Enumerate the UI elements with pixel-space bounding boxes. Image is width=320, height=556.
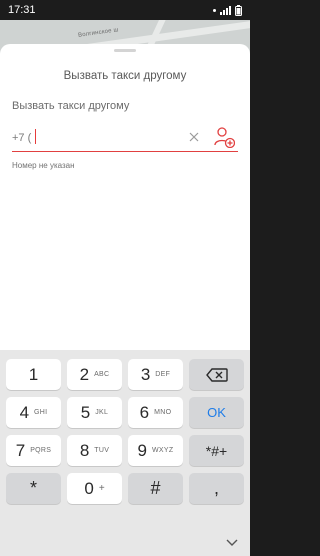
notification-dot-icon xyxy=(213,8,216,12)
key-5[interactable]: 5 JKL xyxy=(67,397,122,428)
key-4[interactable]: 4 GHI xyxy=(6,397,61,428)
key-9[interactable]: 9 WXYZ xyxy=(128,435,183,466)
asterisk-key[interactable]: * xyxy=(6,473,61,504)
sheet-title: Вызвать такси другому xyxy=(63,70,187,82)
key-3[interactable]: 3 DEF xyxy=(128,359,183,390)
bottom-sheet: Вызвать такси другому Вызвать такси друг… xyxy=(0,44,250,356)
battery-icon xyxy=(235,4,242,16)
status-bar: 17:31 xyxy=(0,0,250,20)
key-6[interactable]: 6 MNO xyxy=(128,397,183,428)
key-1[interactable]: 1 xyxy=(6,359,61,390)
sheet-drag-handle[interactable] xyxy=(114,49,136,52)
status-icons xyxy=(213,4,242,16)
close-icon[interactable] xyxy=(188,132,200,144)
numeric-keyboard: 1 2 ABC 3 DEF 4 GHI 5 JKL 6 MNO OK 7 PQRS 8 TUV… xyxy=(0,350,250,530)
ok-key[interactable]: OK xyxy=(189,397,244,428)
key-2[interactable]: 2 ABC xyxy=(67,359,122,390)
phone-error-text: Номер не указан xyxy=(12,161,75,170)
signal-icon xyxy=(220,5,231,15)
backspace-icon xyxy=(205,367,228,382)
symbols-key[interactable]: *#+ xyxy=(189,435,244,466)
phone-input[interactable]: +7 ( xyxy=(12,124,238,150)
phone-field-label: Вызвать такси другому xyxy=(12,100,130,112)
hash-key[interactable]: # xyxy=(128,473,183,504)
key-0[interactable]: 0 + xyxy=(67,473,122,504)
map-street-label: Волгинское ш xyxy=(77,27,120,39)
key-8[interactable]: 8 TUV xyxy=(67,435,122,466)
backspace-key[interactable] xyxy=(189,359,244,390)
chevron-down-icon[interactable] xyxy=(226,539,238,547)
add-contact-icon[interactable] xyxy=(213,126,236,149)
status-time: 17:31 xyxy=(8,4,36,16)
comma-key[interactable]: , xyxy=(189,473,244,504)
phone-prefix: +7 ( xyxy=(12,132,32,144)
key-7[interactable]: 7 PQRS xyxy=(6,435,61,466)
keyboard-nav-strip xyxy=(0,530,250,556)
text-caret xyxy=(35,129,36,144)
phone-input-underline xyxy=(12,151,238,152)
